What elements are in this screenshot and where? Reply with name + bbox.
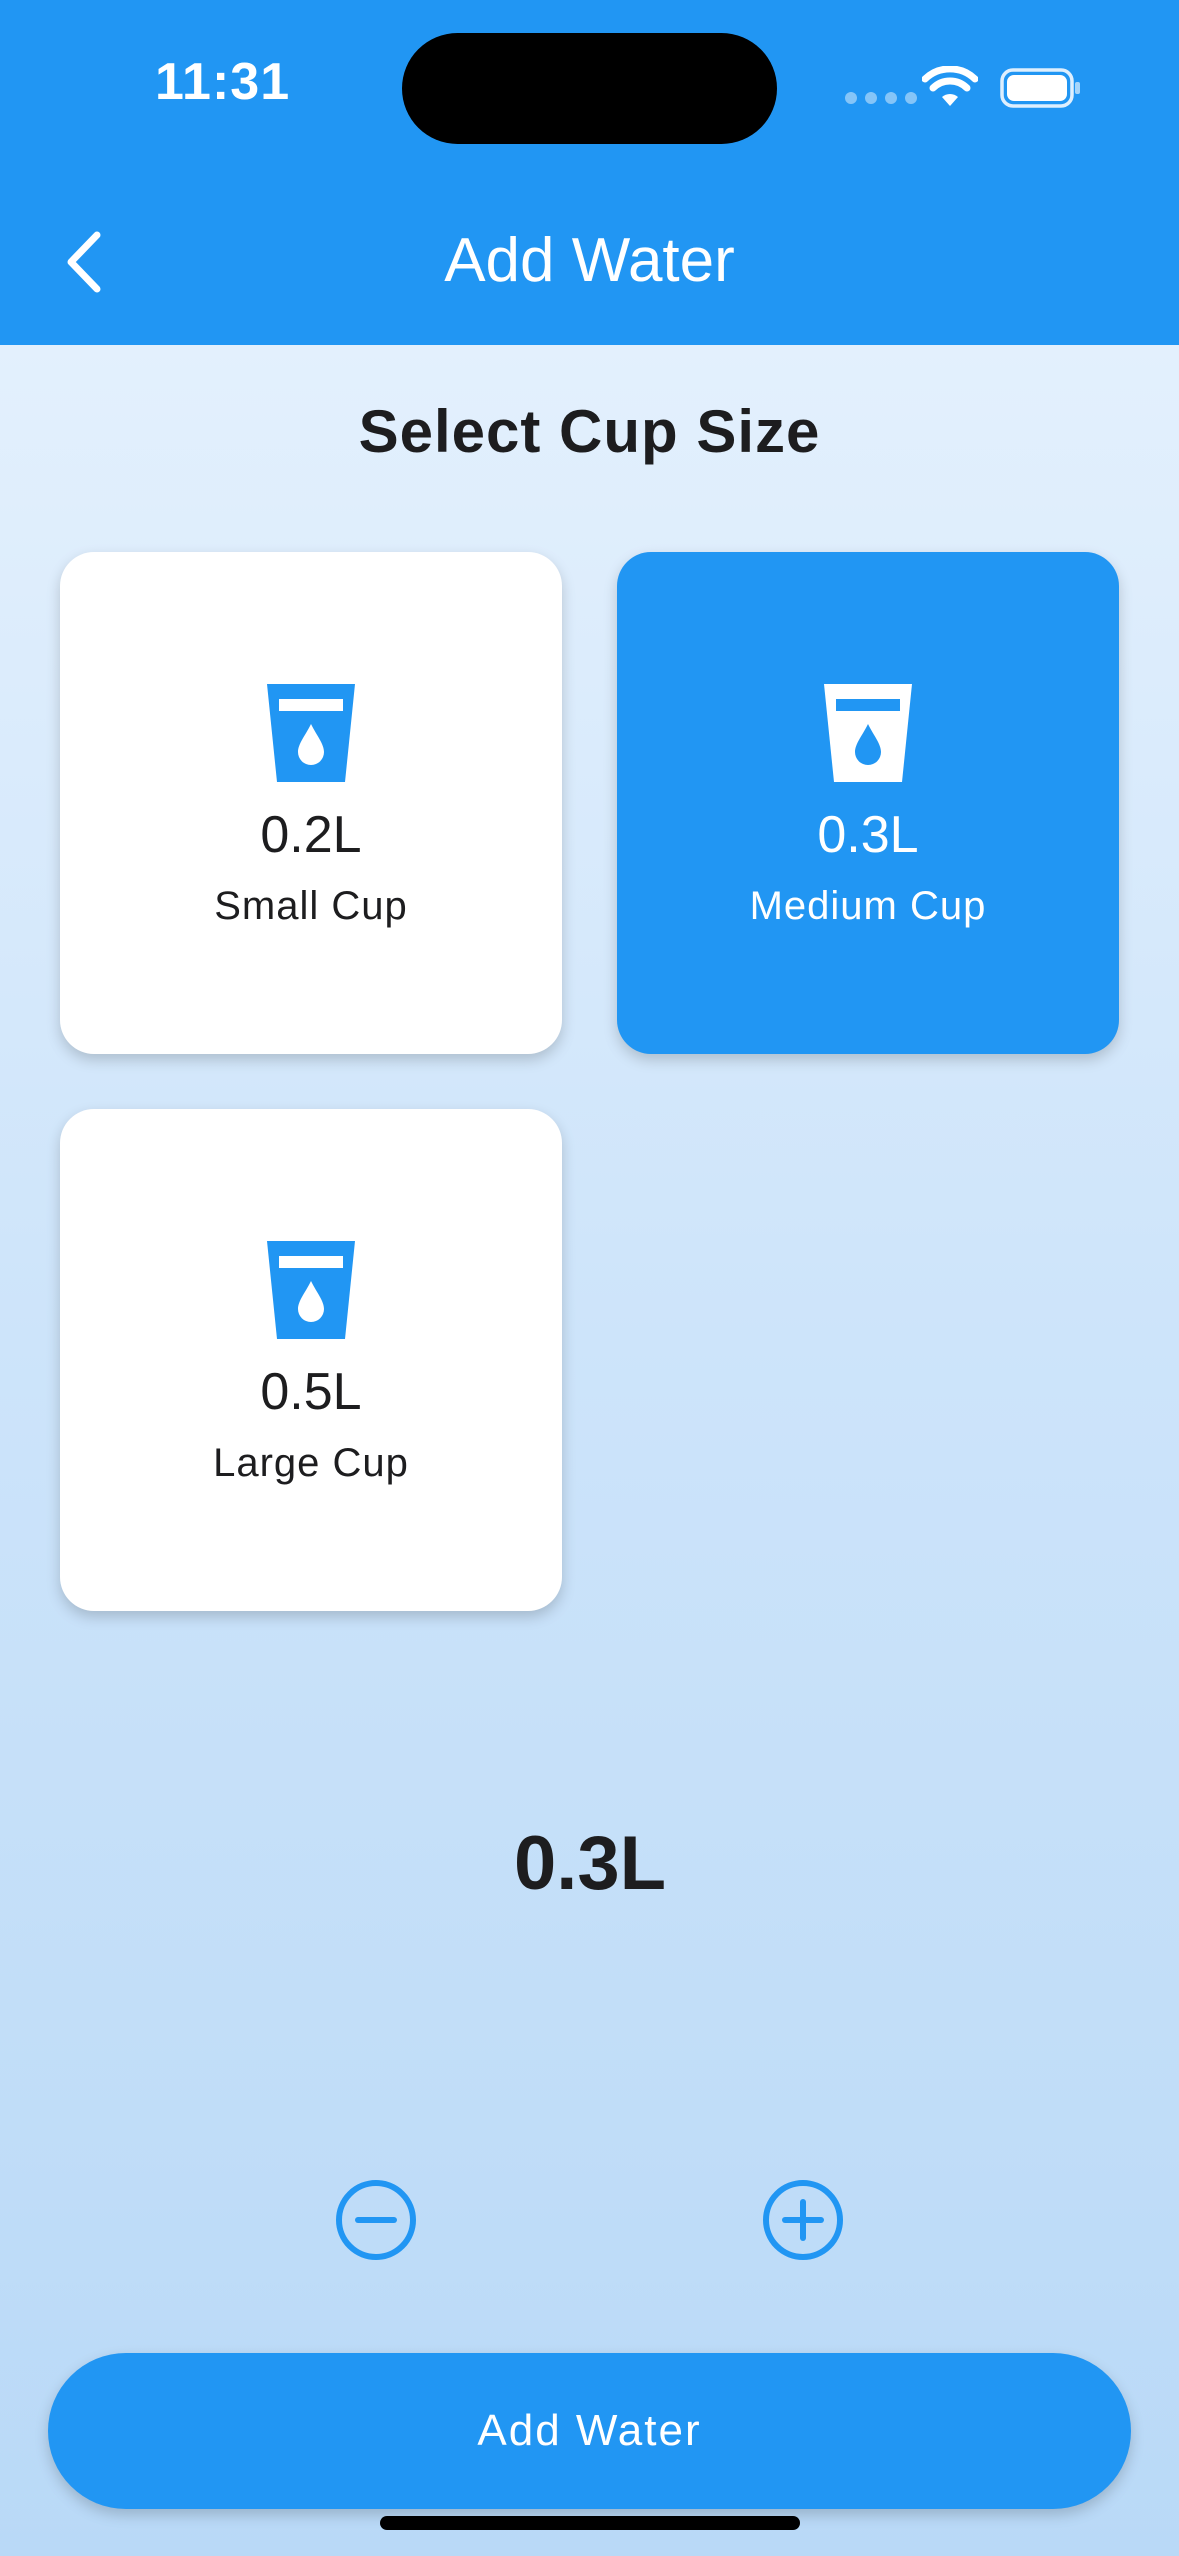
cup-water-icon xyxy=(267,1241,355,1339)
content-area: Select Cup Size 0.2L Small Cup 0.3L Medi… xyxy=(0,345,1179,2556)
page-title: Add Water xyxy=(444,226,735,295)
section-title: Select Cup Size xyxy=(358,398,821,465)
cup-volume: 0.3L xyxy=(817,806,919,864)
add-water-button[interactable]: Add Water xyxy=(48,2353,1131,2509)
plus-circle-icon xyxy=(763,2180,843,2260)
cup-water-icon xyxy=(267,684,355,782)
cup-card-large[interactable]: 0.5L Large Cup xyxy=(60,1109,562,1611)
increment-button[interactable] xyxy=(761,2178,845,2262)
cup-volume: 0.5L xyxy=(260,1363,362,1421)
status-time: 11:31 xyxy=(155,53,291,111)
home-indicator xyxy=(380,2516,800,2530)
amount-value: 0.3L xyxy=(513,1821,667,1906)
app-bar: 11:31 Add Water xyxy=(0,0,1179,345)
cup-card-small[interactable]: 0.2L Small Cup xyxy=(60,552,562,1054)
cup-card-medium[interactable]: 0.3L Medium Cup xyxy=(617,552,1119,1054)
decrement-button[interactable] xyxy=(334,2178,418,2262)
cup-volume: 0.2L xyxy=(260,806,362,864)
battery-icon xyxy=(1000,68,1080,108)
dynamic-island xyxy=(402,33,777,144)
cup-name: Large Cup xyxy=(213,1441,409,1485)
cup-name: Medium Cup xyxy=(749,884,987,928)
cup-name: Small Cup xyxy=(214,884,408,928)
minus-circle-icon xyxy=(336,2180,416,2260)
wifi-icon xyxy=(922,66,978,106)
cellular-signal-icon xyxy=(845,92,917,104)
cup-water-icon xyxy=(824,684,912,782)
